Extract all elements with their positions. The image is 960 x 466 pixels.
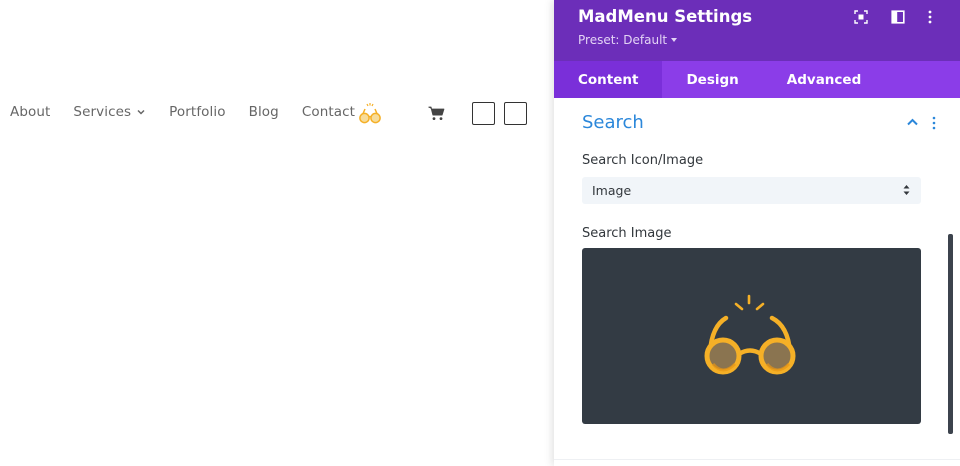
cart-icon[interactable] — [428, 106, 445, 121]
section-title-search[interactable]: Search — [582, 112, 644, 133]
preset-label: Preset: Default — [578, 33, 668, 47]
menu-item-label: Services — [73, 104, 132, 120]
menu-item-label: Contact — [301, 104, 356, 120]
search-icon-image-select[interactable]: Image — [582, 177, 921, 204]
tab-design[interactable]: Design — [662, 61, 762, 98]
chevron-down-icon — [137, 109, 145, 115]
search-icon-image-label: Search Icon/Image — [582, 153, 704, 168]
menu-item-blog[interactable]: Blog — [249, 104, 279, 120]
settings-panel: MadMenu Settings Preset: Default Content… — [554, 0, 960, 466]
tab-advanced[interactable]: Advanced — [763, 61, 885, 98]
columns-icon[interactable] — [891, 10, 905, 24]
search-image-upload[interactable] — [582, 248, 921, 424]
menu-item-label: About — [10, 104, 51, 120]
menu-item-about[interactable]: About — [10, 104, 50, 120]
focus-icon[interactable] — [854, 10, 868, 24]
site-preview: About Services Portfolio Blog Contact — [0, 0, 554, 466]
glasses-image-icon — [704, 294, 796, 375]
square-outline-icon[interactable] — [472, 102, 495, 125]
main-menu: About Services Portfolio Blog Contact — [10, 104, 378, 120]
menu-item-services[interactable]: Services — [73, 104, 146, 120]
menu-item-portfolio[interactable]: Portfolio — [169, 104, 225, 120]
divider — [554, 459, 960, 460]
more-vertical-icon[interactable] — [923, 10, 937, 24]
menu-item-contact[interactable]: Contact — [302, 104, 355, 120]
panel-title: MadMenu Settings — [578, 7, 753, 26]
panel-tabs: Content Design Advanced — [554, 61, 960, 98]
glasses-search-icon[interactable] — [357, 102, 383, 126]
select-arrows-icon — [903, 185, 910, 195]
menu-item-label: Blog — [248, 104, 279, 120]
chevron-up-icon[interactable] — [906, 117, 919, 127]
tab-content[interactable]: Content — [554, 61, 663, 98]
select-value: Image — [592, 183, 632, 198]
search-image-label: Search Image — [582, 226, 672, 241]
preset-selector[interactable]: Preset: Default — [578, 33, 678, 47]
square-outline-icon[interactable] — [504, 102, 527, 125]
panel-scrollbar[interactable] — [948, 234, 953, 434]
menu-item-label: Portfolio — [169, 104, 226, 120]
section-more-icon[interactable] — [932, 116, 936, 130]
panel-header: MadMenu Settings Preset: Default — [554, 0, 960, 61]
caret-down-icon — [671, 38, 678, 42]
